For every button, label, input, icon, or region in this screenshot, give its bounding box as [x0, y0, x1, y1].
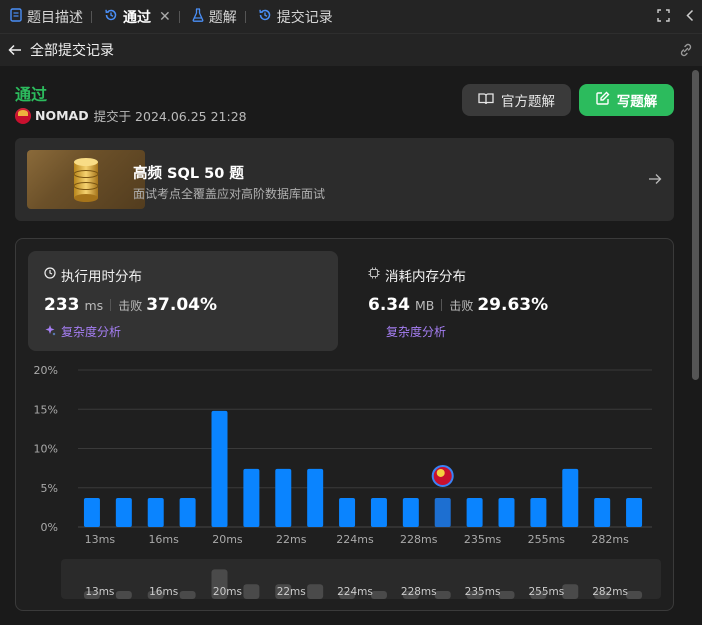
submitted-time: 提交于 2024.06.25 21:28	[93, 109, 247, 124]
x-tick-label: 282ms	[591, 533, 629, 546]
tabbar-actions	[657, 0, 694, 33]
overview-label: 16ms	[149, 586, 178, 598]
banner-subtitle: 面试考点全覆盖应对高阶数据库面试	[133, 187, 326, 201]
app-root: 题目描述 通过 ✕ 题解 提交记录 全部提交记录 通过 NOMAD 提交于 20…	[0, 0, 702, 625]
chart-bar	[594, 497, 611, 527]
chart-bar	[530, 497, 547, 527]
write-solution-label: 写题解	[616, 94, 658, 110]
tab-accepted[interactable]: 通过 ✕	[94, 0, 177, 33]
collapse-icon[interactable]	[686, 7, 694, 26]
official-solution-label: 官方题解	[501, 94, 555, 110]
tab-label: 题目描述	[27, 9, 83, 26]
tab-separator	[244, 10, 246, 23]
overview-bar	[370, 591, 387, 599]
x-tick-label: 16ms	[148, 533, 179, 546]
chart-bar	[147, 497, 164, 527]
chart-bar	[115, 497, 132, 527]
tab-solutions[interactable]: 题解	[182, 0, 243, 33]
overview-label: 282ms	[592, 586, 628, 598]
y-tick-label: 10%	[34, 443, 58, 456]
my-submission-avatar-detail	[436, 468, 445, 477]
tab-description[interactable]: 题目描述	[0, 0, 89, 33]
x-tick-label: 255ms	[528, 533, 566, 546]
chart-bar	[498, 497, 515, 527]
overview-label: 13ms	[85, 586, 114, 598]
scrollbar[interactable]	[690, 66, 702, 625]
submission-header: 全部提交记录	[0, 33, 702, 66]
back-arrow-icon[interactable]	[8, 44, 22, 56]
overview-bar	[626, 591, 643, 599]
overview-bar	[498, 591, 515, 599]
avatar[interactable]	[15, 107, 31, 124]
overview-bar	[179, 591, 196, 599]
history-icon	[258, 8, 277, 26]
submission-meta: NOMAD 提交于 2024.06.25 21:28	[15, 106, 247, 125]
chart-bar	[402, 497, 419, 527]
arrow-right-icon	[648, 170, 662, 189]
all-submissions-title[interactable]: 全部提交记录	[30, 40, 114, 60]
submission-detail: 通过 NOMAD 提交于 2024.06.25 21:28 官方题解 写题解 高…	[0, 66, 690, 625]
chart-bar	[626, 497, 643, 527]
tab-separator	[178, 10, 180, 23]
tab-submissions[interactable]: 提交记录	[248, 0, 339, 33]
overview-bar	[307, 584, 324, 599]
chart-bar	[339, 497, 356, 527]
chart-bar	[243, 468, 260, 527]
chart-bar	[275, 468, 292, 527]
x-tick-label: 228ms	[400, 533, 438, 546]
database-icon	[27, 150, 145, 209]
book-icon	[478, 92, 501, 109]
flask-icon	[192, 7, 209, 26]
y-tick-label: 20%	[34, 364, 58, 377]
status-accepted: 通过	[15, 85, 48, 104]
x-tick-label: 13ms	[85, 533, 116, 546]
edit-icon	[596, 91, 617, 109]
official-solution-button[interactable]: 官方题解	[462, 84, 571, 116]
y-tick-label: 0%	[41, 521, 58, 534]
tab-bar: 题目描述 通过 ✕ 题解 提交记录	[0, 0, 702, 33]
overview-bar	[562, 584, 579, 599]
chart-bar	[307, 468, 324, 527]
chart-bar	[562, 468, 579, 527]
overview-label: 224ms	[337, 586, 373, 598]
chart-bar	[83, 497, 100, 527]
study-plan-banner[interactable]: 高频 SQL 50 题 面试考点全覆盖应对高阶数据库面试	[15, 138, 674, 221]
username[interactable]: NOMAD	[35, 108, 89, 123]
overview-bar	[243, 584, 260, 599]
history-icon	[104, 8, 123, 26]
overview-label: 20ms	[213, 586, 242, 598]
x-tick-label: 20ms	[212, 533, 243, 546]
chart-bar	[179, 497, 196, 527]
x-tick-label: 22ms	[276, 533, 307, 546]
overview-bar	[434, 591, 451, 599]
overview-label: 235ms	[465, 586, 501, 598]
overview-label: 255ms	[528, 586, 564, 598]
runtime-distribution-chart: 20% 15% 10% 5% 0% 13ms 16ms 20ms 22ms 224ms 228ms 2…	[34, 364, 661, 599]
overview-label: 228ms	[401, 586, 437, 598]
overview-label: 22ms	[277, 586, 306, 598]
scrollbar-thumb[interactable]	[692, 70, 699, 380]
tab-label: 题解	[208, 9, 237, 26]
fullscreen-icon[interactable]	[657, 7, 670, 26]
tab-label: 提交记录	[276, 9, 333, 26]
chart-bar	[434, 497, 451, 527]
chart-bar	[370, 497, 387, 527]
y-tick-label: 15%	[34, 403, 58, 416]
tab-label: 通过	[123, 9, 151, 26]
banner-title: 高频 SQL 50 题	[133, 166, 244, 182]
write-solution-button[interactable]: 写题解	[579, 84, 674, 116]
x-tick-label: 235ms	[464, 533, 502, 546]
y-tick-label: 5%	[41, 482, 58, 495]
performance-panel: 执行用时分布 233 ms 击败 37.04% 复杂度分析 消耗内存分布 6.3…	[15, 238, 674, 611]
tab-separator	[91, 10, 92, 23]
close-icon[interactable]: ✕	[159, 9, 171, 25]
chart-bar	[211, 410, 228, 527]
document-icon	[10, 7, 27, 26]
x-tick-label: 224ms	[336, 533, 374, 546]
chart-bar	[466, 497, 483, 527]
overview-bar	[115, 591, 132, 599]
link-icon[interactable]	[678, 42, 694, 62]
